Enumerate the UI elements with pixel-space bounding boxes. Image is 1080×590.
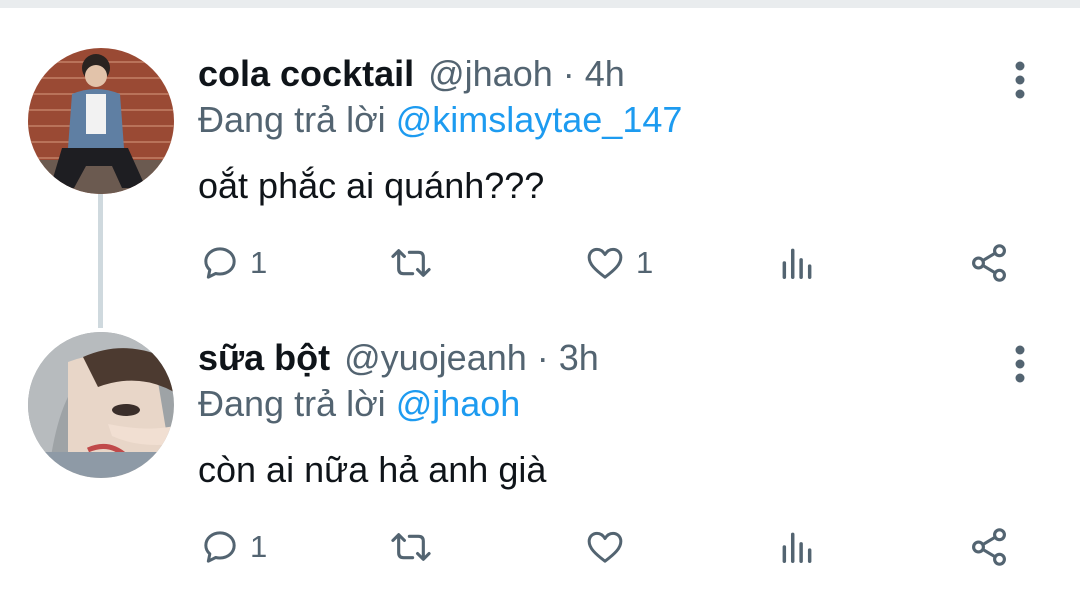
- tweet-meta: @jhaoh · 4h: [428, 53, 625, 94]
- handle[interactable]: @jhaoh: [428, 53, 553, 94]
- more-vertical-icon: [1015, 345, 1025, 383]
- reply-icon: [204, 247, 236, 279]
- replying-to: Đang trả lời @jhaoh: [198, 382, 520, 426]
- handle[interactable]: @yuojeanh: [344, 337, 527, 378]
- avatar[interactable]: [28, 332, 174, 478]
- analytics-button[interactable]: [778, 522, 816, 572]
- like-button[interactable]: 1: [584, 238, 653, 288]
- action-bar: 1: [0, 522, 1080, 572]
- replying-to-label: Đang trả lời: [198, 383, 386, 424]
- reply-button[interactable]: 1: [200, 238, 267, 288]
- like-count: 1: [636, 245, 654, 280]
- reply-mention-link[interactable]: @jhaoh: [396, 383, 521, 424]
- like-icon: [587, 531, 623, 563]
- more-vertical-icon: [1015, 61, 1025, 99]
- avatar[interactable]: [28, 48, 174, 194]
- analytics-button[interactable]: [778, 238, 816, 288]
- tweet[interactable]: sữa bột @yuojeanh · 3h Đang trả lời @jhao…: [0, 332, 1080, 582]
- reply-icon: [204, 531, 236, 563]
- reply-count: 1: [250, 245, 268, 280]
- reply-count: 1: [250, 529, 268, 564]
- like-icon: [587, 247, 623, 279]
- reply-button[interactable]: 1: [200, 522, 267, 572]
- share-button[interactable]: [968, 522, 1010, 572]
- like-button[interactable]: [584, 522, 636, 572]
- more-options-button[interactable]: [1000, 54, 1040, 114]
- display-name[interactable]: sữa bột: [198, 337, 330, 378]
- tweet-meta: @yuojeanh · 3h: [344, 337, 599, 378]
- retweet-icon: [391, 249, 431, 277]
- share-button[interactable]: [968, 238, 1010, 288]
- analytics-icon: [782, 532, 812, 563]
- reply-mention-link[interactable]: @kimslaytae_147: [396, 99, 683, 140]
- share-icon: [972, 244, 1006, 282]
- tweet-header: cola cocktail @jhaoh · 4h: [198, 52, 625, 96]
- display-name[interactable]: cola cocktail: [198, 53, 414, 94]
- share-icon: [972, 528, 1006, 566]
- tweet-text: còn ai nữa hả anh già: [198, 449, 547, 490]
- tweet-text: oắt phắc ai quánh???: [198, 165, 545, 206]
- timestamp[interactable]: 4h: [585, 53, 625, 94]
- retweet-button[interactable]: [388, 522, 444, 572]
- retweet-icon: [391, 533, 431, 561]
- replying-to: Đang trả lời @kimslaytae_147: [198, 98, 682, 142]
- tweet-header: sữa bột @yuojeanh · 3h: [198, 336, 599, 380]
- action-bar: 1 1: [0, 238, 1080, 288]
- replying-to-label: Đang trả lời: [198, 99, 386, 140]
- tweet[interactable]: cola cocktail @jhaoh · 4h Đang trả lời @k…: [0, 48, 1080, 308]
- timestamp[interactable]: 3h: [559, 337, 599, 378]
- retweet-button[interactable]: [388, 238, 444, 288]
- more-options-button[interactable]: [1000, 338, 1040, 398]
- top-divider: [0, 0, 1080, 8]
- analytics-icon: [782, 248, 812, 279]
